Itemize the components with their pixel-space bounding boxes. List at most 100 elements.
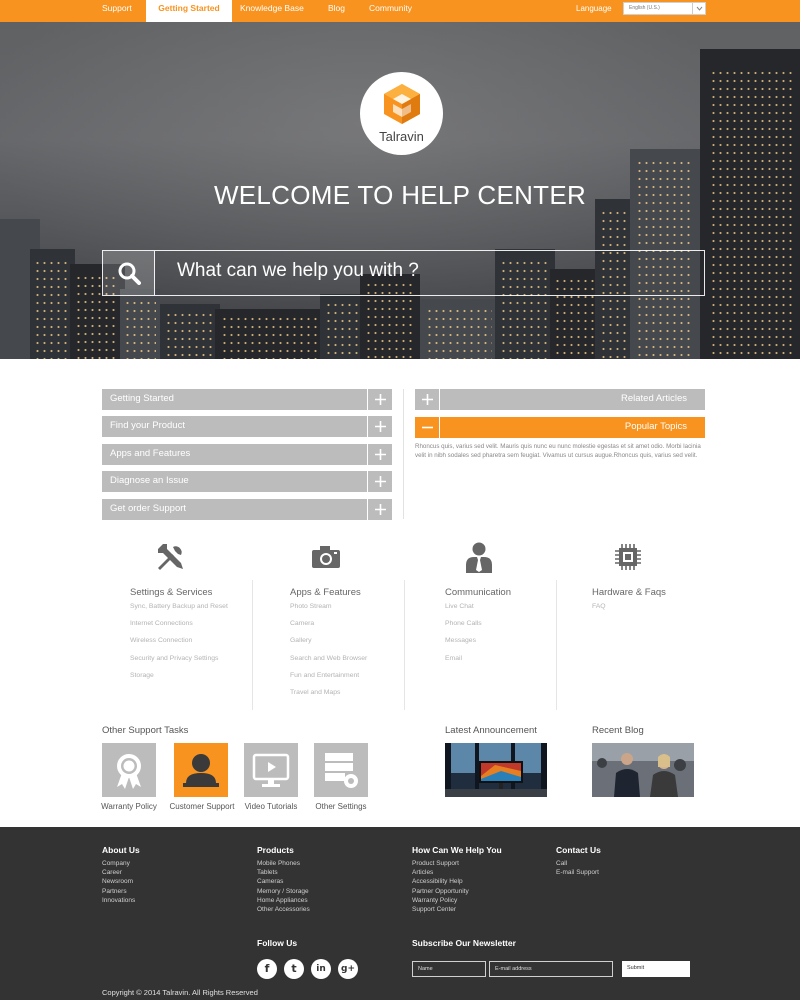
footer-link[interactable]: Home Appliances [257, 897, 308, 904]
category-link[interactable]: Sync, Battery Backup and Reset [130, 603, 228, 610]
tab-label: Popular Topics [624, 421, 687, 432]
task-label[interactable]: Other Settings [306, 802, 376, 811]
camera-icon [312, 546, 340, 568]
logo[interactable]: Talravin [360, 72, 443, 155]
plus-icon[interactable] [367, 499, 392, 520]
chevron-down-icon [692, 3, 705, 14]
tab-popular-topics[interactable]: Popular Topics [415, 417, 705, 438]
footer-link[interactable]: Product Support [412, 860, 459, 867]
twitter-icon[interactable]: t [284, 959, 304, 979]
plus-icon[interactable] [367, 416, 392, 437]
category-title-communication[interactable]: Communication [445, 587, 511, 598]
search-input[interactable]: What can we help you with ? [177, 260, 419, 282]
category-title-settings[interactable]: Settings & Services [130, 587, 212, 598]
footer-link[interactable]: Call [556, 860, 567, 867]
category-link[interactable]: Photo Stream [290, 603, 332, 610]
accordion-find-your-product[interactable]: Find your Product [102, 416, 392, 437]
video-tutorials-tile[interactable] [244, 743, 298, 797]
accordion-label: Apps and Features [110, 448, 191, 459]
blog-image[interactable] [592, 743, 694, 797]
footer-link[interactable]: Warranty Policy [412, 897, 457, 904]
server-settings-icon [325, 753, 358, 788]
tab-label: Related Articles [620, 393, 687, 404]
building [215, 309, 325, 359]
nav-community[interactable]: Community [369, 0, 412, 22]
category-link[interactable]: Camera [290, 620, 314, 627]
language-select[interactable]: English (U.S.) [623, 2, 706, 15]
plus-icon[interactable] [415, 389, 440, 410]
announcement-image[interactable] [445, 743, 547, 797]
newsletter-name-input[interactable]: Name [412, 961, 486, 977]
footer-link[interactable]: Company [102, 860, 130, 867]
accordion-apps-and-features[interactable]: Apps and Features [102, 444, 392, 465]
category-link[interactable]: Security and Privacy Settings [130, 655, 218, 662]
category-title-hardware[interactable]: Hardware & Faqs [592, 587, 666, 598]
task-label[interactable]: Warranty Policy [94, 802, 164, 811]
footer-link[interactable]: Support Center [412, 906, 456, 913]
recent-blog-heading: Recent Blog [592, 725, 644, 736]
plus-icon[interactable] [367, 389, 392, 410]
nav-support[interactable]: Support [102, 0, 132, 22]
copyright-text: Copyright © 2014 Talravin. All Rights Re… [102, 988, 258, 997]
category-link[interactable]: Search and Web Browser [290, 655, 367, 662]
nav-knowledge-base[interactable]: Knowledge Base [240, 0, 304, 22]
language-select-value: English (U.S.) [629, 5, 660, 11]
footer-link[interactable]: Memory / Storage [257, 888, 309, 895]
category-title-apps[interactable]: Apps & Features [290, 587, 361, 598]
nav-blog[interactable]: Blog [328, 0, 345, 22]
accordion-label: Getting Started [110, 393, 174, 404]
chip-icon [615, 544, 641, 570]
category-link[interactable]: Fun and Entertainment [290, 672, 359, 679]
accordion-diagnose-an-issue[interactable]: Diagnose an Issue [102, 471, 392, 492]
footer-link[interactable]: Partner Opportunity [412, 888, 469, 895]
accordion-getting-started[interactable]: Getting Started [102, 389, 392, 410]
plus-icon[interactable] [367, 471, 392, 492]
footer-link[interactable]: Articles [412, 869, 433, 876]
category-link[interactable]: FAQ [592, 603, 606, 610]
facebook-icon[interactable]: f [257, 959, 277, 979]
linkedin-icon[interactable]: in [311, 959, 331, 979]
footer-link[interactable]: Cameras [257, 878, 283, 885]
newsletter-submit-button[interactable]: Submit [622, 961, 690, 977]
popular-topics-text: Rhoncus quis, varius sed velit. Mauris q… [415, 443, 701, 459]
category-link[interactable]: Internet Connections [130, 620, 193, 627]
footer-link[interactable]: Mobile Phones [257, 860, 300, 867]
footer-link[interactable]: Tablets [257, 869, 278, 876]
people-photo-image [592, 743, 694, 797]
category-link[interactable]: Gallery [290, 637, 312, 644]
category-link[interactable]: Travel and Maps [290, 689, 340, 696]
category-link[interactable]: Wireless Connection [130, 637, 192, 644]
footer-link[interactable]: E-mail Support [556, 869, 599, 876]
category-link[interactable]: Messages [445, 637, 476, 644]
customer-support-tile[interactable] [174, 743, 228, 797]
footer-link[interactable]: Innovations [102, 897, 135, 904]
footer-link[interactable]: Other Accessories [257, 906, 310, 913]
category-divider [556, 580, 557, 710]
category-link[interactable]: Email [445, 655, 462, 662]
accordion-label: Diagnose an Issue [110, 475, 189, 486]
category-link[interactable]: Phone Calls [445, 620, 482, 627]
warranty-policy-tile[interactable] [102, 743, 156, 797]
footer-link[interactable]: Career [102, 869, 122, 876]
nav-getting-started[interactable]: Getting Started [146, 0, 232, 22]
tab-related-articles[interactable]: Related Articles [415, 389, 705, 410]
footer-link[interactable]: Accessibility Help [412, 878, 463, 885]
newsletter-email-input[interactable]: E-mail address [489, 961, 613, 977]
ribbon-icon [117, 754, 141, 789]
building [30, 249, 75, 359]
footer-link[interactable]: Partners [102, 888, 127, 895]
category-link[interactable]: Storage [130, 672, 154, 679]
other-settings-tile[interactable] [314, 743, 368, 797]
minus-icon[interactable] [415, 417, 440, 438]
search-button[interactable] [103, 251, 155, 295]
task-label[interactable]: Customer Support [166, 802, 238, 811]
search-bar[interactable]: What can we help you with ? [102, 250, 705, 296]
accordion-get-order-support[interactable]: Get order Support [102, 499, 392, 520]
task-label[interactable]: Video Tutorials [236, 802, 306, 811]
support-agent-icon [183, 754, 219, 787]
plus-icon[interactable] [367, 444, 392, 465]
google-plus-icon[interactable]: g+ [338, 959, 358, 979]
category-link[interactable]: Live Chat [445, 603, 474, 610]
video-monitor-icon [252, 753, 290, 787]
footer-link[interactable]: Newsroom [102, 878, 133, 885]
